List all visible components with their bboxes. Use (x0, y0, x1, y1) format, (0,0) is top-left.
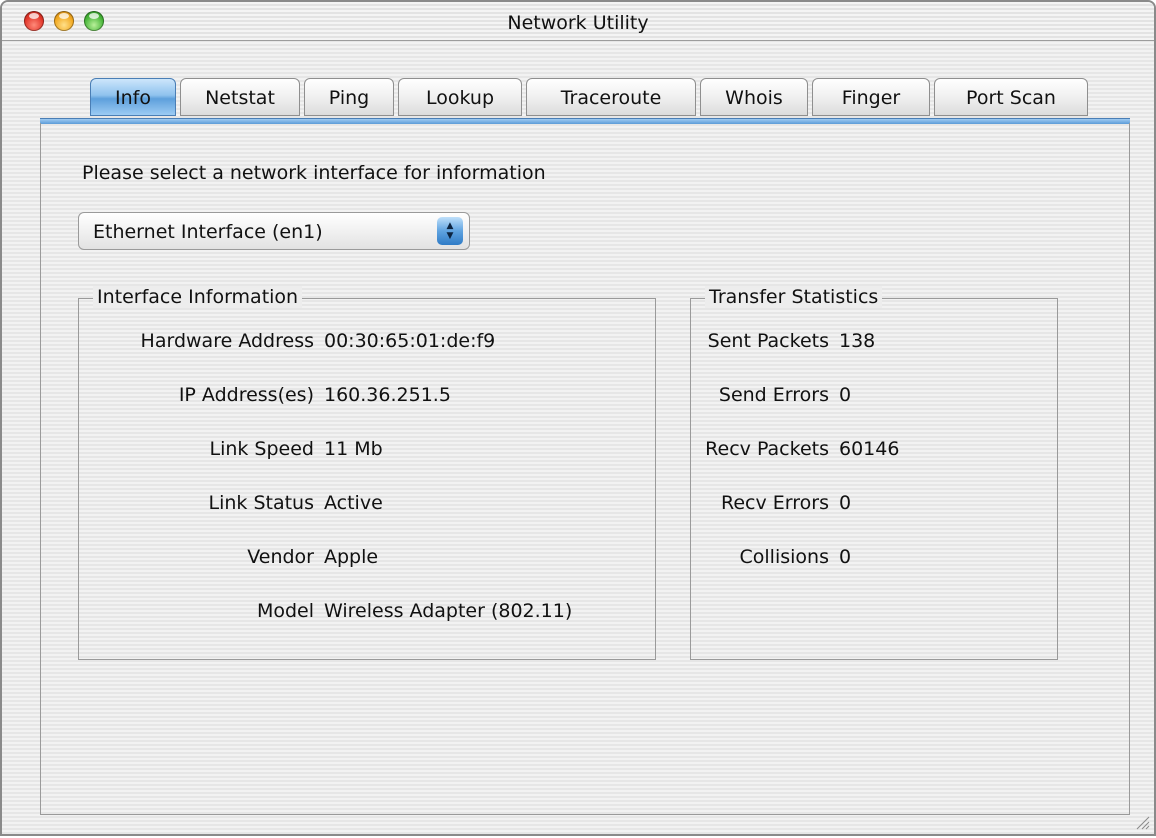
tab-netstat[interactable]: Netstat (180, 78, 300, 116)
link-status-label: Link Status (208, 492, 315, 514)
transfer-statistics-group: Transfer Statistics (690, 286, 1058, 660)
collisions-label: Collisions (739, 546, 829, 568)
ip-address-label: IP Address(es) (178, 384, 314, 406)
hardware-address-label: Hardware Address (140, 330, 314, 352)
tab-traceroute[interactable]: Traceroute (526, 78, 696, 116)
resize-grip-icon[interactable] (1134, 814, 1150, 830)
tab-finger[interactable]: Finger (812, 78, 930, 116)
ip-address-value: 160.36.251.5 (324, 384, 451, 406)
hardware-address-value: 00:30:65:01:de:f9 (324, 330, 496, 352)
recv-errors-value: 0 (839, 492, 852, 514)
tab-whois[interactable]: Whois (700, 78, 808, 116)
interface-prompt: Please select a network interface for in… (82, 162, 546, 184)
recv-packets-label: Recv Packets (705, 438, 829, 460)
recv-packets-value: 60146 (839, 438, 900, 460)
link-status-value: Active (324, 492, 383, 514)
interface-select-value: Ethernet Interface (en1) (93, 221, 323, 243)
vendor-value: Apple (324, 546, 379, 568)
interface-select[interactable]: Ethernet Interface (en1) ▲ ▼ (78, 212, 470, 250)
send-errors-value: 0 (839, 384, 852, 406)
recv-errors-label: Recv Errors (721, 492, 829, 514)
updown-arrows-icon[interactable]: ▲ ▼ (437, 217, 463, 245)
network-utility-window: Network Utility Info Netstat Ping Lookup… (0, 0, 1156, 836)
model-label: Model (256, 600, 314, 622)
model-value: Wireless Adapter (802.11) (324, 600, 573, 622)
tab-port-scan[interactable]: Port Scan (934, 78, 1088, 116)
sent-packets-label: Sent Packets (707, 330, 829, 352)
sent-packets-value: 138 (839, 330, 876, 352)
tab-lookup[interactable]: Lookup (398, 78, 522, 116)
title-bar[interactable]: Network Utility (2, 2, 1154, 41)
link-speed-value: 11 Mb (324, 438, 383, 460)
tab-info[interactable]: Info (90, 78, 176, 116)
transfer-statistics-title: Transfer Statistics (705, 286, 883, 308)
send-errors-label: Send Errors (718, 384, 829, 406)
interface-information-title: Interface Information (93, 286, 303, 308)
link-speed-label: Link Speed (209, 438, 314, 460)
vendor-label: Vendor (247, 546, 314, 568)
collisions-value: 0 (839, 546, 852, 568)
tab-ping[interactable]: Ping (304, 78, 394, 116)
window-title: Network Utility (507, 12, 649, 34)
